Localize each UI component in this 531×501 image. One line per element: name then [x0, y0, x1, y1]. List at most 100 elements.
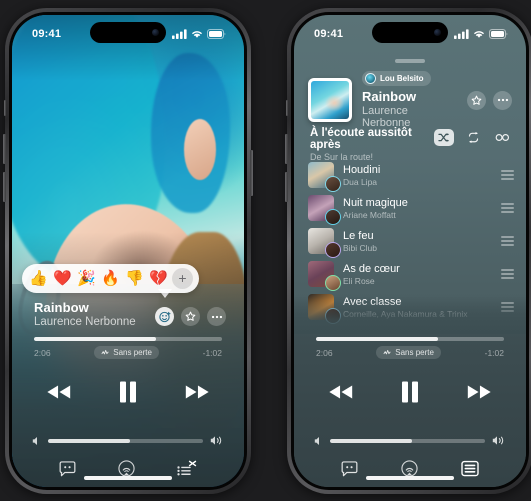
shuffle-button[interactable]: [434, 129, 454, 146]
volume-up-button[interactable]: [285, 134, 288, 164]
reaction-picker[interactable]: 👍 ❤️ 🎉 🔥 👎 💔 +: [22, 264, 199, 293]
queue-artist: Bibi Club: [343, 242, 378, 253]
reaction-party-popper-icon[interactable]: 🎉: [76, 268, 97, 289]
volume-high-icon: [492, 436, 504, 445]
queue-row-4[interactable]: Avec classe Corneille, Aya Nakamura & Tr…: [308, 292, 514, 324]
left-track-text: Rainbow Laurence Nerbonne: [34, 300, 136, 328]
rewind-button[interactable]: [327, 383, 355, 401]
right-phone-bezel: 09:41 Lou Belsito Rainbow Laurence Nerbo…: [291, 12, 529, 490]
forward-button[interactable]: [465, 383, 493, 401]
queue-user-avatar: [325, 242, 341, 258]
progress-track[interactable]: [316, 337, 504, 341]
queue-button[interactable]: [177, 460, 197, 482]
add-reaction-button[interactable]: +: [172, 268, 193, 289]
status-time: 09:41: [314, 28, 344, 40]
left-track-info: Rainbow Laurence Nerbonne: [34, 300, 226, 328]
lyrics-button[interactable]: [59, 460, 76, 482]
power-button[interactable]: [250, 150, 253, 196]
volume-fill: [48, 438, 131, 443]
queue-row-2[interactable]: Le feu Bibi Club: [308, 226, 514, 258]
remaining-time: -1:02: [202, 347, 222, 358]
cellular-icon: [454, 29, 469, 39]
volume-down-button[interactable]: [285, 172, 288, 202]
progress-track[interactable]: [34, 337, 222, 341]
lyrics-button[interactable]: [341, 460, 358, 482]
front-camera-icon: [152, 29, 159, 36]
dynamic-island: [90, 22, 166, 43]
more-button[interactable]: [207, 307, 226, 326]
up-next-text: À l'écoute aussitôt après De Sur la rout…: [310, 127, 434, 162]
queue-row-1[interactable]: Nuit magique Ariane Moffatt: [308, 193, 514, 225]
star-button[interactable]: [181, 307, 200, 326]
wifi-icon: [474, 31, 484, 38]
up-next-subtitle: De Sur la route!: [310, 152, 374, 162]
autoplay-button[interactable]: [492, 129, 512, 146]
lyrics-icon: [59, 460, 76, 476]
silent-switch[interactable]: [286, 100, 288, 116]
queue-row-0[interactable]: Houdini Dua Lipa: [308, 160, 514, 192]
queue-user-avatar: [325, 308, 341, 324]
queue-list-icon: [460, 460, 479, 477]
queue-artwork: [308, 294, 341, 324]
drag-handle-icon[interactable]: [501, 302, 514, 312]
battery-icon: [207, 29, 226, 39]
left-volume-control[interactable]: [32, 435, 224, 446]
battery-icon: [489, 29, 508, 39]
queue-artwork: [308, 195, 341, 225]
queue-button[interactable]: [460, 460, 479, 482]
ellipsis-icon: [211, 315, 222, 318]
reaction-fire-icon[interactable]: 🔥: [100, 268, 121, 289]
queue-user-avatar: [325, 275, 341, 291]
quality-badge-label: Sans perte: [395, 348, 434, 357]
lyrics-icon: [341, 460, 358, 476]
ellipsis-icon: [497, 98, 508, 102]
repeat-button[interactable]: [463, 129, 483, 146]
silent-switch[interactable]: [4, 100, 6, 116]
volume-down-button[interactable]: [3, 172, 6, 202]
pause-icon: [402, 381, 418, 403]
right-phone-mockup: 09:41 Lou Belsito Rainbow Laurence Nerbo…: [285, 8, 531, 494]
drag-handle-icon[interactable]: [501, 236, 514, 246]
reaction-thumbs-up-icon[interactable]: 👍: [28, 268, 49, 289]
airplay-icon: [401, 460, 418, 477]
drag-handle-icon[interactable]: [501, 203, 514, 213]
remaining-time: -1:02: [484, 347, 504, 358]
queue-text: Nuit magique Ariane Moffatt: [343, 197, 492, 220]
reaction-heart-icon[interactable]: ❤️: [52, 268, 73, 289]
rewind-icon: [47, 385, 71, 399]
status-indicators: [454, 29, 508, 39]
status-time: 09:41: [32, 28, 62, 40]
reaction-thumbs-down-icon[interactable]: 👎: [124, 268, 145, 289]
drag-handle-icon[interactable]: [501, 170, 514, 180]
play-pause-button[interactable]: [399, 380, 421, 404]
left-phone-bezel: 09:41 👍 ❤️ 🎉 🔥 👎 💔 + Rainbow Laurence Ne…: [9, 12, 247, 490]
play-pause-button[interactable]: [117, 380, 139, 404]
queue-user-avatar: [325, 176, 341, 192]
reaction-button[interactable]: [155, 307, 174, 326]
queue-title: Le feu: [343, 229, 374, 242]
wifi-icon: [192, 31, 202, 38]
volume-track[interactable]: [48, 438, 203, 443]
star-button[interactable]: [467, 90, 486, 110]
owner-chip[interactable]: Lou Belsito: [362, 71, 431, 86]
left-progress[interactable]: 2:06 Sans perte -1:02: [34, 337, 222, 359]
reaction-broken-heart-icon[interactable]: 💔: [148, 268, 169, 289]
owner-avatar: [365, 73, 376, 84]
now-playing-artwork[interactable]: [308, 78, 352, 122]
dynamic-island: [372, 22, 448, 43]
airplay-icon: [118, 460, 135, 477]
cellular-icon: [172, 29, 187, 39]
right-volume-control[interactable]: [314, 435, 506, 446]
queue-artist: Eli Rose: [343, 275, 375, 286]
drag-handle-icon[interactable]: [501, 269, 514, 279]
sheet-grabber[interactable]: [395, 59, 425, 63]
volume-up-button[interactable]: [3, 134, 6, 164]
queue-artwork: [308, 228, 341, 258]
repeat-icon: [468, 132, 478, 143]
queue-row-3[interactable]: As de cœur Eli Rose: [308, 259, 514, 291]
more-button[interactable]: [493, 90, 512, 110]
right-progress[interactable]: 2:06 Sans perte -1:02: [316, 337, 504, 359]
volume-track[interactable]: [330, 438, 485, 443]
rewind-button[interactable]: [45, 383, 73, 401]
forward-button[interactable]: [183, 383, 211, 401]
